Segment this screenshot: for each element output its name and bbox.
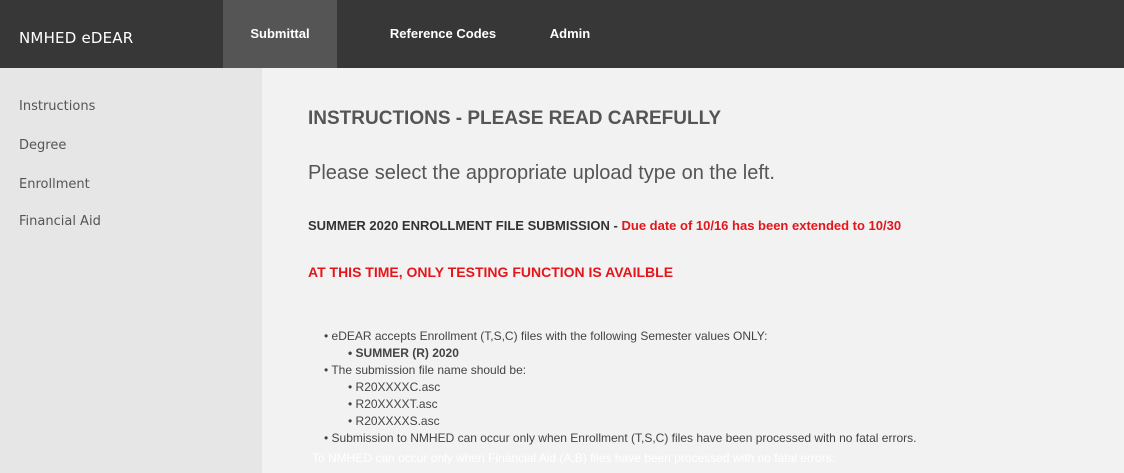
list-sub-item: • R20XXXXT.asc (348, 397, 438, 411)
submission-notice: SUMMER 2020 ENROLLMENT FILE SUBMISSION -… (308, 218, 901, 233)
notice-due-date: Due date of 10/16 has been extended to 1… (621, 218, 902, 233)
notice-title: SUMMER 2020 ENROLLMENT FILE SUBMISSION (308, 218, 610, 233)
list-sub-item: • SUMMER (R) 2020 (348, 346, 459, 360)
sidebar-item-degree[interactable]: Degree (19, 138, 66, 153)
main-content: INSTRUCTIONS - PLEASE READ CAREFULLY Ple… (262, 68, 1124, 473)
notice-separator: - (609, 218, 622, 233)
list-sub-item: • R20XXXXC.asc (348, 380, 441, 394)
page-title: INSTRUCTIONS - PLEASE READ CAREFULLY (308, 108, 722, 129)
tab-reference-codes[interactable]: Reference Codes (361, 0, 525, 68)
brand-title[interactable]: NMHED eDEAR (19, 0, 133, 68)
faded-text-line: To NMHED can occur only when Financial A… (312, 451, 835, 465)
list-item: • eDEAR accepts Enrollment (T,S,C) files… (324, 329, 768, 343)
list-sub-item: • R20XXXXS.asc (348, 414, 440, 428)
testing-alert: AT THIS TIME, ONLY TESTING FUNCTION IS A… (308, 264, 674, 280)
tab-admin[interactable]: Admin (538, 0, 602, 68)
tab-submittal[interactable]: Submittal (223, 0, 337, 68)
sidebar: Instructions Degree Enrollment Financial… (0, 68, 262, 473)
list-item: • Submission to NMHED can occur only whe… (324, 431, 917, 445)
semester-value: • SUMMER (R) 2020 (348, 346, 459, 360)
list-item: • The submission file name should be: (324, 363, 527, 377)
top-navbar: NMHED eDEAR Submittal Reference Codes Ad… (0, 0, 1124, 68)
sidebar-item-instructions[interactable]: Instructions (19, 99, 95, 114)
sidebar-item-enrollment[interactable]: Enrollment (19, 177, 90, 192)
sidebar-item-financial-aid[interactable]: Financial Aid (19, 214, 101, 229)
page-subtitle: Please select the appropriate upload typ… (308, 162, 775, 184)
